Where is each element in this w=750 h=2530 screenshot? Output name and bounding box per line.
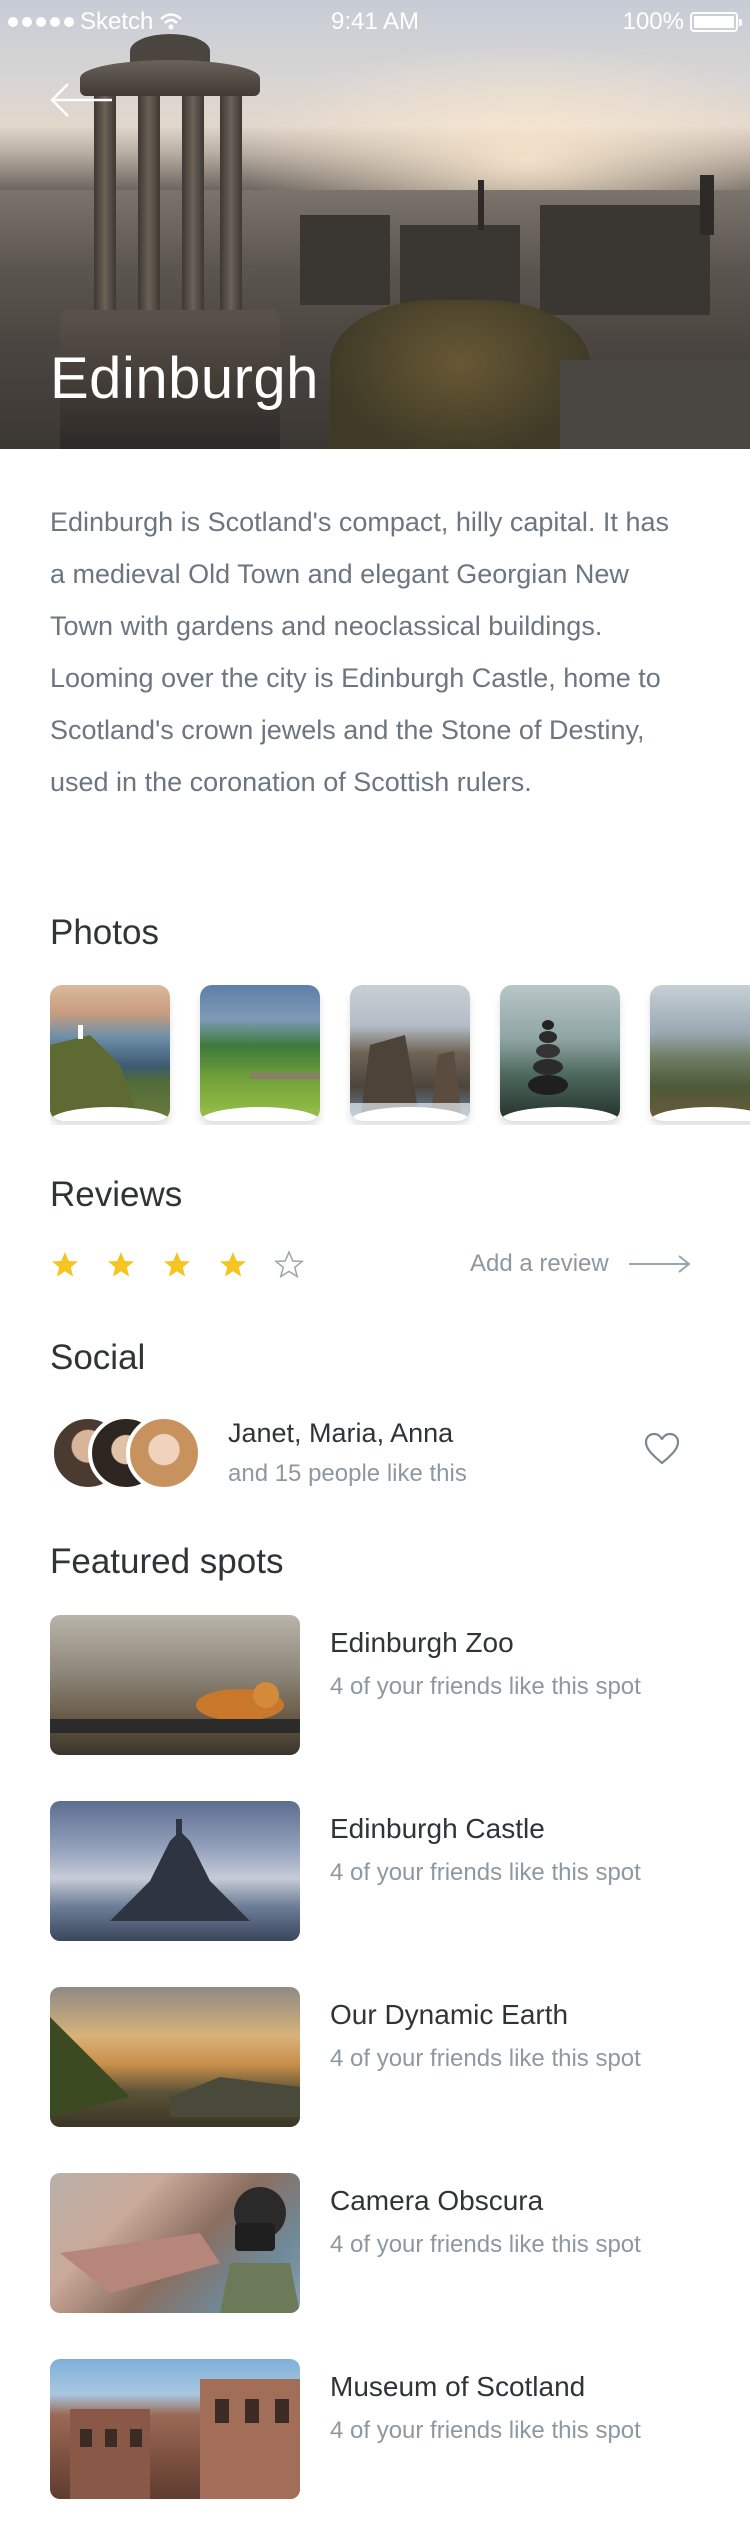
castle-shape — [110, 1819, 250, 1921]
battery-percent: 100% — [622, 8, 684, 35]
social-title: Social — [50, 1338, 146, 1377]
spot-image — [50, 1615, 300, 1755]
featured-spots-title: Featured spots — [50, 1542, 284, 1581]
battery-icon — [690, 12, 742, 32]
spot-name: Camera Obscura — [330, 2185, 544, 2216]
featured-spot[interactable]: Museum of Scotland 4 of your friends lik… — [50, 2359, 700, 2499]
spot-image — [50, 2359, 300, 2499]
foreground-houses — [560, 360, 750, 449]
photo-thumb[interactable] — [500, 985, 620, 1121]
photos-title: Photos — [50, 913, 159, 952]
social-names: Janet, Maria, Anna — [228, 1418, 454, 1448]
spot-friends: 4 of your friends like this spot — [330, 1859, 641, 1886]
spot-friends: 4 of your friends like this spot — [330, 2231, 641, 2258]
spot-friends: 4 of your friends like this spot — [330, 1673, 641, 1700]
spot-image — [50, 1987, 300, 2127]
viaduct-shape — [250, 1073, 320, 1079]
heart-icon[interactable] — [644, 1432, 680, 1466]
add-review-link[interactable]: Add a review — [470, 1250, 693, 1278]
photographer-shape — [60, 2187, 300, 2313]
museum-shape — [70, 2379, 300, 2499]
spot-image — [50, 2173, 300, 2313]
photo-thumb[interactable] — [200, 985, 320, 1121]
arrow-left-icon[interactable] — [48, 80, 116, 120]
featured-spot[interactable]: Our Dynamic Earth 4 of your friends like… — [50, 1987, 700, 2127]
hero-image: Sketch 9:41 AM 100% Edinburgh — [0, 0, 750, 449]
building — [300, 215, 390, 305]
spot-name: Edinburgh Castle — [330, 1813, 545, 1844]
spot-friends: 4 of your friends like this spot — [330, 2417, 641, 2444]
city-description: Edinburgh is Scotland's compact, hilly c… — [50, 507, 669, 797]
tiger-shape — [50, 1682, 300, 1733]
star-filled-icon[interactable] — [50, 1250, 80, 1280]
social-likes-count: and 15 people like this — [228, 1460, 467, 1487]
friend-avatars[interactable] — [50, 1415, 210, 1491]
spot-name: Museum of Scotland — [330, 2371, 586, 2402]
featured-spot[interactable]: Camera Obscura 4 of your friends like th… — [50, 2173, 700, 2313]
spot-image — [50, 1801, 300, 1941]
star-rating[interactable] — [50, 1250, 304, 1280]
star-filled-icon[interactable] — [162, 1250, 192, 1280]
star-filled-icon[interactable] — [218, 1250, 248, 1280]
spot-name: Our Dynamic Earth — [330, 1999, 569, 2030]
arrow-right-icon — [628, 1255, 691, 1273]
star-filled-icon[interactable] — [106, 1250, 136, 1280]
clock-tower — [700, 175, 714, 235]
hills-shape — [50, 2017, 300, 2117]
avatar — [126, 1415, 202, 1491]
trees — [330, 300, 590, 449]
photo-thumb[interactable] — [350, 985, 470, 1121]
photo-gallery[interactable] — [50, 985, 750, 1125]
spot-name: Edinburgh Zoo — [330, 1627, 514, 1658]
battery-status: 100% — [622, 8, 742, 36]
sea-stack-shape — [350, 1035, 470, 1121]
spire — [478, 180, 484, 230]
building — [400, 225, 520, 305]
featured-spot[interactable]: Edinburgh Zoo 4 of your friends like thi… — [50, 1615, 700, 1755]
photo-thumb[interactable] — [50, 985, 170, 1121]
reviews-title: Reviews — [50, 1175, 183, 1214]
star-empty-icon[interactable] — [274, 1250, 304, 1280]
spot-friends: 4 of your friends like this spot — [330, 2045, 641, 2072]
stacked-stones-shape — [528, 1020, 568, 1095]
featured-spot[interactable]: Edinburgh Castle 4 of your friends like … — [50, 1801, 700, 1941]
castle-building — [540, 205, 710, 315]
cliff-shape — [50, 1025, 140, 1121]
status-bar: Sketch 9:41 AM 100% — [0, 0, 750, 40]
page-title: Edinburgh — [50, 346, 319, 411]
photo-thumb[interactable] — [650, 985, 750, 1121]
add-review-label: Add a review — [470, 1250, 609, 1277]
